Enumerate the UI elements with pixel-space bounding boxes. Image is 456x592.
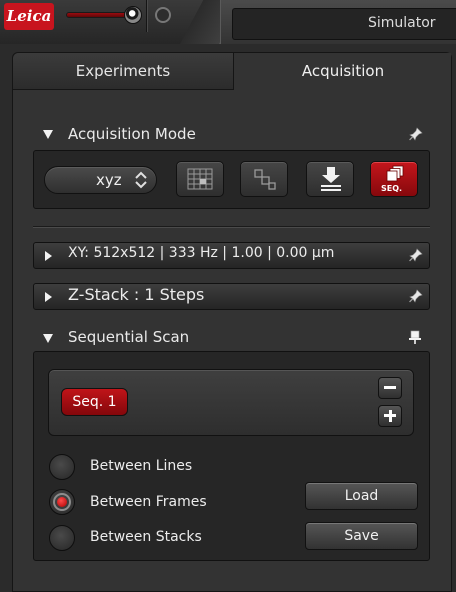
acquisition-mode-title: Acquisition Mode	[68, 125, 196, 143]
pin-icon[interactable]	[409, 127, 423, 141]
sequence-chip[interactable]: Seq. 1	[61, 388, 128, 416]
section-divider	[33, 226, 430, 228]
radio-between-frames-label: Between Frames	[90, 494, 207, 510]
minus-icon	[384, 386, 396, 389]
collapse-triangle-icon[interactable]	[43, 334, 53, 343]
pin-icon[interactable]	[409, 248, 423, 262]
expand-triangle-icon[interactable]	[45, 292, 52, 302]
radio-between-lines[interactable]	[49, 454, 75, 480]
separator-highlight	[147, 0, 148, 32]
status-ring-icon[interactable]	[155, 7, 171, 23]
positions-icon	[254, 169, 276, 190]
stack-pages-icon	[386, 165, 404, 182]
tab-experiments[interactable]: Experiments	[13, 53, 234, 90]
pushpin-icon[interactable]	[409, 330, 421, 344]
title-bar: Leica Simulator	[0, 0, 456, 44]
zstack-label: Z-Stack : 1 Steps	[68, 285, 205, 304]
scan-mode-value: xyz	[96, 171, 122, 189]
leica-logo: Leica	[4, 3, 54, 30]
slider-handle[interactable]	[124, 6, 142, 24]
tab-acquisition[interactable]: Acquisition	[235, 53, 451, 90]
download-stack-icon	[321, 167, 341, 191]
collapse-triangle-icon[interactable]	[43, 130, 53, 139]
app-title: Simulator	[368, 15, 436, 31]
load-button[interactable]: Load	[305, 482, 418, 510]
mark-position-button[interactable]	[240, 161, 288, 197]
plus-icon-vertical	[389, 410, 392, 422]
sequential-scan-title: Sequential Scan	[68, 328, 190, 346]
radio-selected-dot	[57, 497, 67, 507]
updown-arrows-icon[interactable]	[134, 170, 148, 190]
radio-between-stacks-label: Between Stacks	[90, 529, 202, 545]
expand-triangle-icon[interactable]	[45, 251, 52, 261]
tile-scan-button[interactable]	[176, 161, 224, 197]
grid-icon	[187, 168, 213, 190]
radio-between-lines-label: Between Lines	[90, 458, 193, 474]
xy-settings-label: XY: 512x512 | 333 Hz | 1.00 | 0.00 µm	[68, 245, 335, 261]
pin-icon[interactable]	[409, 289, 423, 303]
sequential-button-label: SEQ.	[381, 184, 403, 193]
acquire-button[interactable]	[306, 161, 354, 197]
save-button[interactable]: Save	[305, 522, 418, 550]
radio-between-stacks[interactable]	[49, 525, 75, 551]
